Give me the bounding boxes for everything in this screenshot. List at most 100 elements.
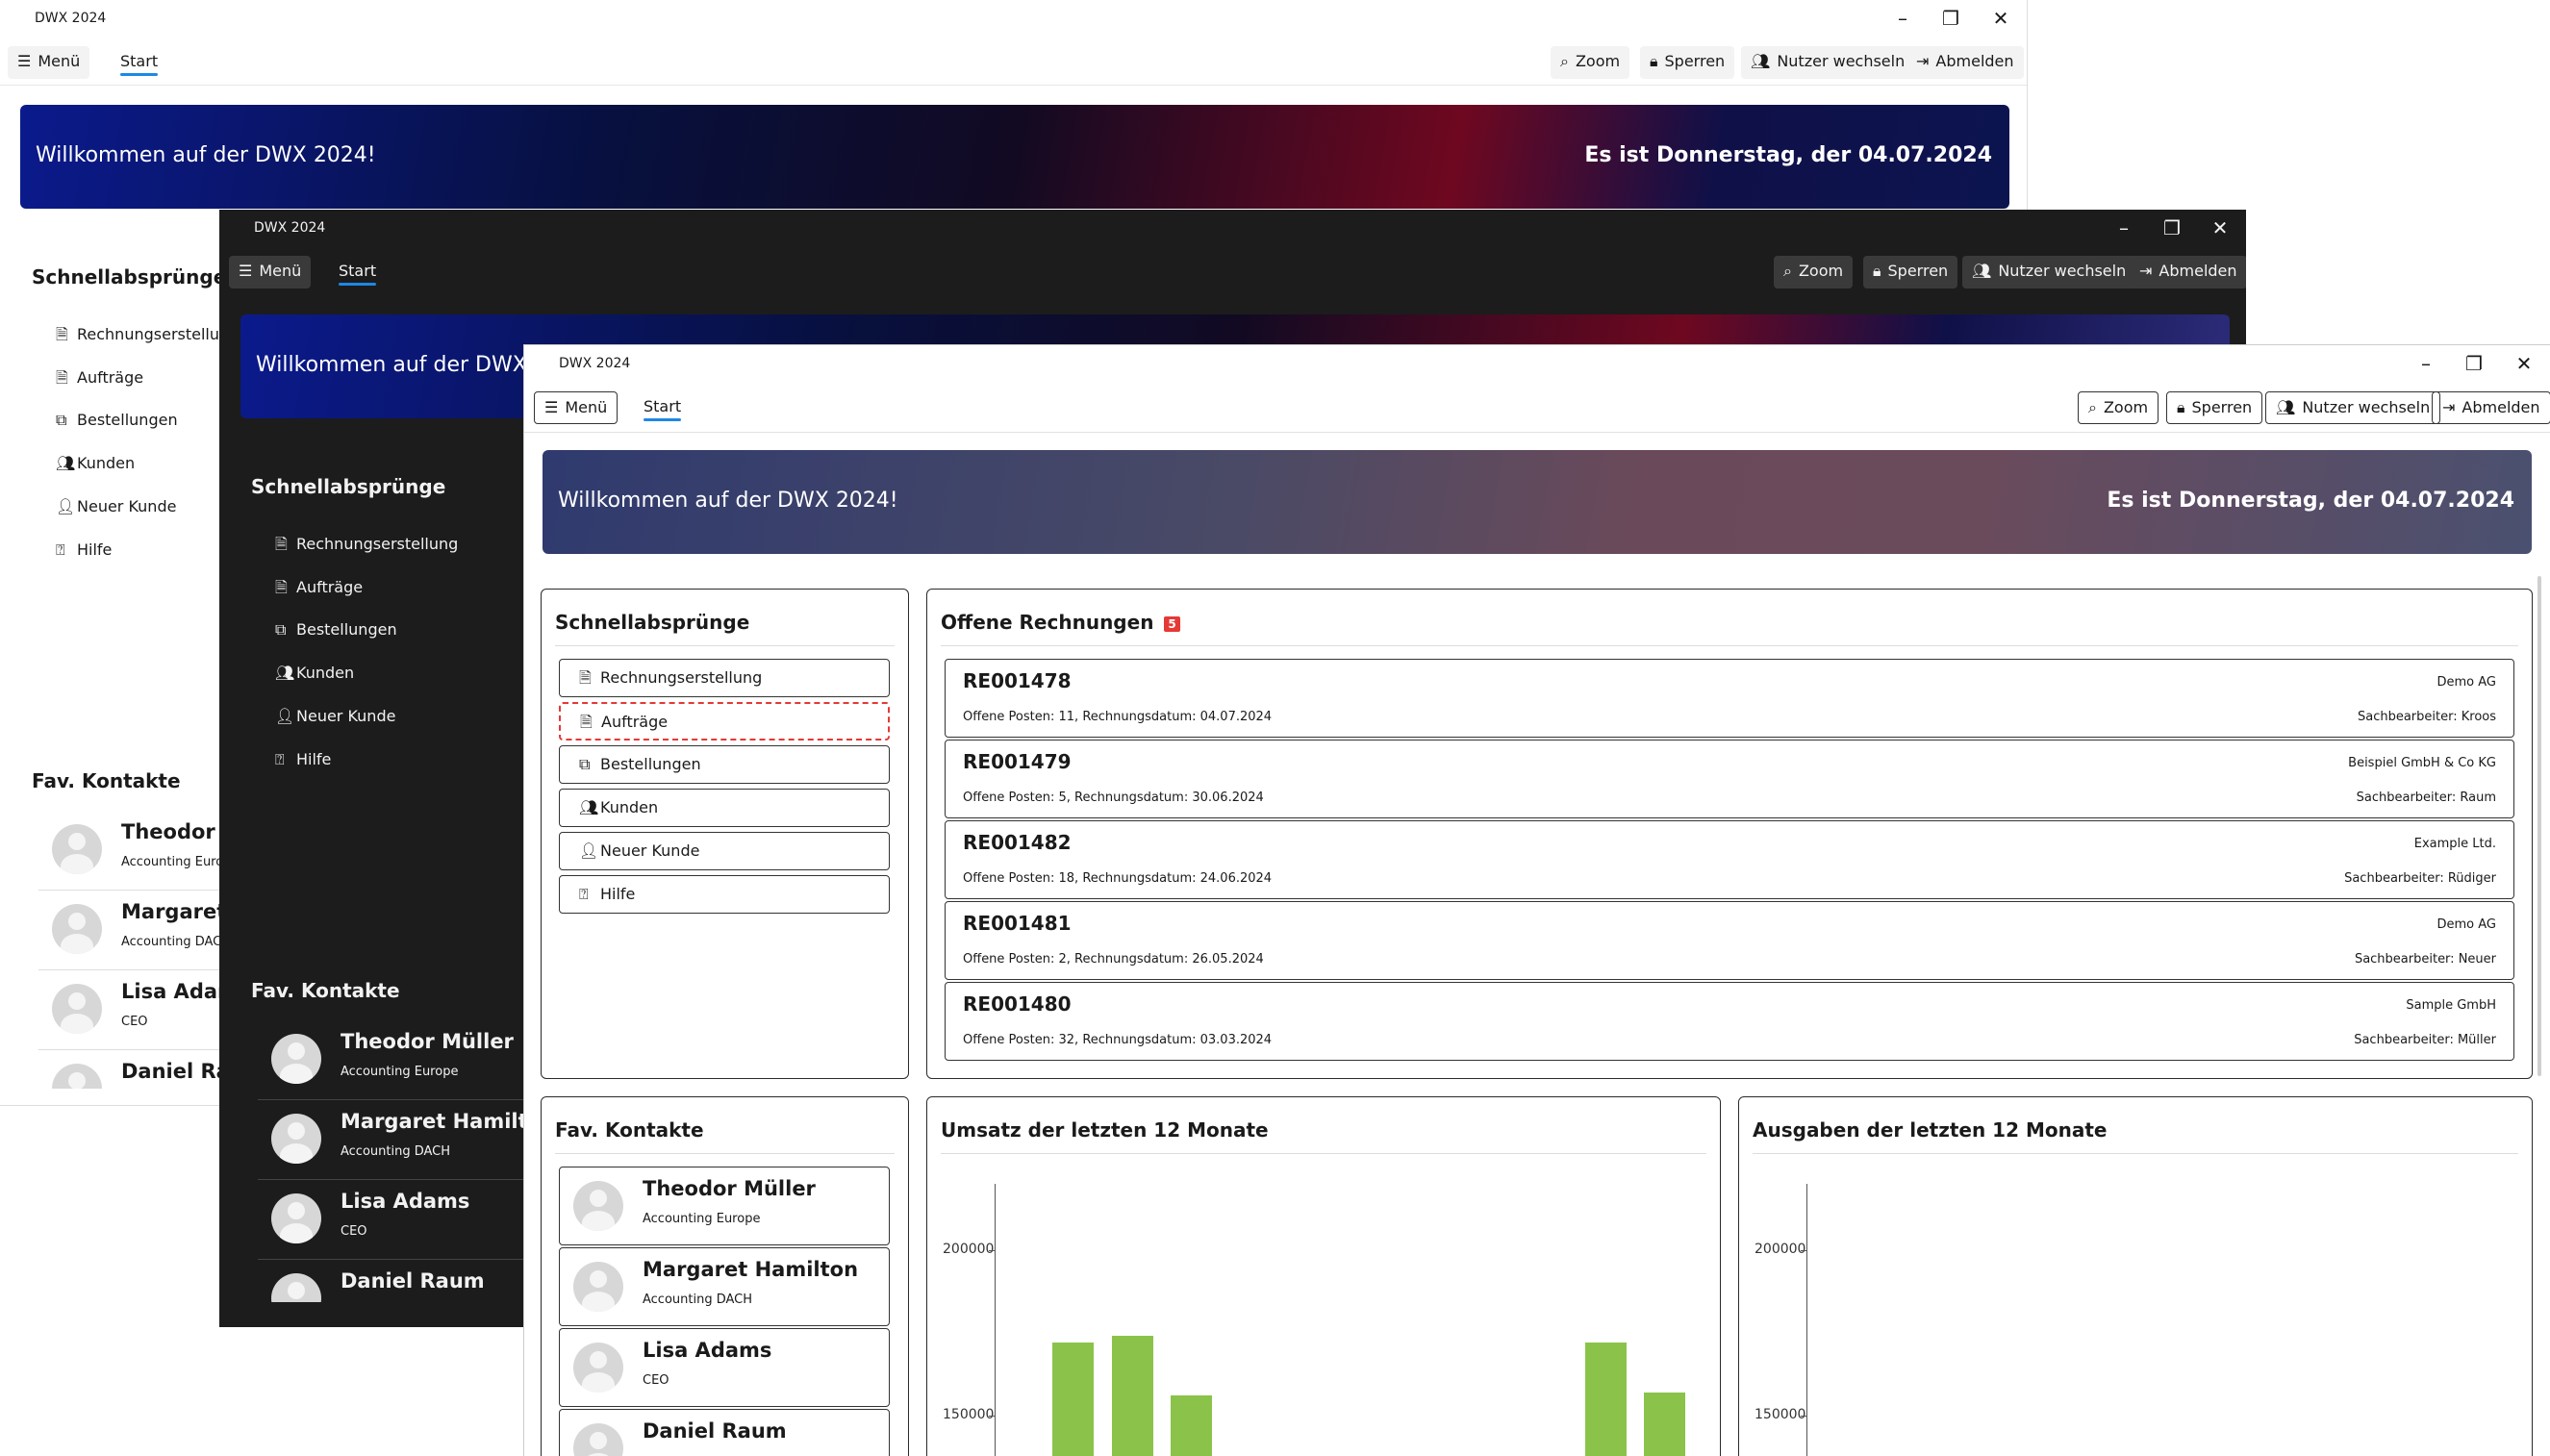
quick-link-new-customer[interactable]: 👤︎ Neuer Kunde [56,497,176,515]
menu-label: Menü [38,52,81,70]
zoom-button[interactable]: ⌕ Zoom [1551,46,1630,79]
tab-start[interactable]: Start [644,397,682,421]
y-tick [1801,1416,1806,1418]
quick-link-purchases[interactable]: ⧉ Bestellungen [275,620,397,640]
logout-button[interactable]: ⇥ Abmelden [1906,46,2024,79]
menu-button[interactable]: ☰ Menü [534,391,619,424]
search-icon: ⌕ [1560,52,1569,70]
menu-label: Menü [565,398,608,416]
logout-button[interactable]: ⇥ Abmelden [2130,256,2246,289]
zoom-button[interactable]: ⌕ Zoom [1774,256,1854,289]
invoice-details: Offene Posten: 32, Rechnungsdatum: 03.03… [963,1033,1273,1047]
menu-button[interactable]: ☰ Menü [229,256,312,289]
invoice-id: RE001482 [963,831,1072,854]
quick-link-invoicing[interactable]: 🗎 Rechnungserstellung [559,659,890,697]
titlebar[interactable]: DWX 2024 – ❐ ✕ [0,0,2027,37]
titlebar[interactable]: DWX 2024 – ❐ ✕ [219,210,2246,246]
quick-link-invoicing[interactable]: 🗎 Rechnungserstellung [56,324,239,350]
switch-user-button[interactable]: 👥︎ Nutzer wechseln [1962,256,2136,289]
quick-link-help[interactable]: ⍰ Hilfe [559,875,890,914]
quick-link-orders[interactable]: 🗎 Aufträge [275,577,363,603]
document-icon: 🗎 [579,668,592,687]
quick-link-purchases[interactable]: ⧉ Bestellungen [559,745,890,784]
quick-links-title: Schnellabsprünge [251,475,446,498]
contact-item[interactable]: Lisa Adams CEO [38,970,250,1050]
contact-item[interactable]: Theodor Müller Accounting Europe [559,1167,890,1245]
quick-link-orders[interactable]: 🗎 Aufträge [56,367,143,393]
toolbar: ☰ Menü Start ⌕ Zoom 🔒︎ Sperren 👥︎ Nutzer wec… [219,252,2246,290]
invoice-item[interactable]: RE001482 Offene Posten: 18, Rechnungsdat… [945,820,2514,899]
invoice-id: RE001480 [963,992,1072,1016]
revenue-plot: 150000 200000 [927,1097,1722,1456]
contact-item[interactable]: Lisa Adams CEO [258,1180,546,1260]
contact-item[interactable]: Daniel Raum [559,1409,890,1456]
contact-item[interactable]: Theodor Müller Accounting Europe [38,811,294,891]
invoice-customer: Sample GmbH [2406,998,2496,1013]
document-icon: 🗎 [56,368,68,387]
menu-button[interactable]: ☰ Menü [8,46,90,79]
avatar [573,1181,623,1231]
minimize-icon[interactable]: – [2402,345,2450,382]
contact-item[interactable]: Margaret Hamilton Accounting DACH [38,891,337,970]
favorites-card: Fav. Kontakte Theodor Müller Accounting … [541,1096,909,1456]
close-icon[interactable]: ✕ [2500,345,2548,382]
y-tick [989,1416,995,1418]
quick-link-customers[interactable]: 👥︎ Kunden [56,454,135,472]
close-icon[interactable]: ✕ [1977,0,2025,37]
invoices-title: Offene Rechnungen 5 [941,611,1180,634]
minimize-icon[interactable]: – [1879,0,1927,37]
invoice-item[interactable]: RE001481 Offene Posten: 2, Rechnungsdatu… [945,901,2514,980]
users-icon: 👥︎ [1972,262,1992,280]
y-axis-line [1806,1184,1807,1456]
quick-link-orders[interactable]: 🗎 Aufträge [559,702,890,741]
contact-role: Accounting DACH [121,935,232,949]
invoice-item[interactable]: RE001480 Offene Posten: 32, Rechnungsdat… [945,982,2514,1061]
expenses-chart-card: Ausgaben der letzten 12 Monate 150000 200… [1738,1096,2533,1456]
close-icon[interactable]: ✕ [2196,210,2244,246]
quick-link-help[interactable]: ⍰ Hilfe [275,750,331,769]
contact-item[interactable]: Margaret Hamilton Accounting DACH [258,1100,556,1180]
invoice-details: Offene Posten: 18, Rechnungsdatum: 24.06… [963,871,1273,886]
restore-icon[interactable]: ❐ [1927,0,1975,37]
zoom-label: Zoom [1575,52,1621,70]
contact-item[interactable]: Daniel Raum [258,1260,546,1302]
invoices-title-text: Offene Rechnungen [941,611,1154,634]
quick-link-help[interactable]: ⍰ Hilfe [56,540,112,560]
contact-item[interactable]: Theodor Müller Accounting Europe [258,1020,546,1100]
lock-icon: 🔒︎ [2177,398,2185,416]
restore-icon[interactable]: ❐ [2450,345,2498,382]
switch-user-button[interactable]: 👥︎ Nutzer wechseln [1741,46,1915,79]
switch-user-button[interactable]: 👥︎ Nutzer wechseln [2265,391,2441,424]
lock-label: Sperren [2191,398,2253,416]
quick-link-customers[interactable]: 👥︎ Kunden [275,664,354,682]
users-icon: 👥︎ [2276,398,2296,416]
quick-link-customers[interactable]: 👥︎ Kunden [559,789,890,827]
logout-icon: ⇥ [1916,52,1930,70]
restore-icon[interactable]: ❐ [2148,210,2196,246]
contact-item[interactable]: Margaret Hamilton Accounting DACH [559,1247,890,1326]
lock-button[interactable]: 🔒︎ Sperren [2166,391,2263,424]
quick-link-new-customer[interactable]: 👤︎ Neuer Kunde [275,707,395,725]
quick-link-purchases[interactable]: ⧉ Bestellungen [56,411,178,430]
scrollbar[interactable] [2537,576,2541,1076]
minimize-icon[interactable]: – [2100,210,2148,246]
tab-start[interactable]: Start [120,52,159,76]
invoices-card: Offene Rechnungen 5 RE001478 Offene Post… [926,589,2533,1079]
titlebar[interactable]: DWX 2024 – ❐ ✕ [524,345,2550,382]
lock-button[interactable]: 🔒︎ Sperren [1863,256,1958,289]
lock-button[interactable]: 🔒︎ Sperren [1640,46,1735,79]
invoice-item[interactable]: RE001479 Offene Posten: 5, Rechnungsdatu… [945,740,2514,818]
quick-link-invoicing[interactable]: 🗎 Rechnungserstellung [275,534,458,560]
contact-item[interactable]: Daniel Raum [38,1050,231,1089]
invoice-clerk: Sachbearbeiter: Kroos [2357,710,2496,724]
contact-item[interactable]: Lisa Adams CEO [559,1328,890,1407]
quick-link-new-customer[interactable]: 👤︎ Neuer Kunde [559,832,890,870]
avatar [52,984,102,1034]
y-tick-label: 200000 [943,1241,995,1257]
tab-start[interactable]: Start [339,262,377,286]
logout-button[interactable]: ⇥ Abmelden [2432,391,2550,424]
invoice-clerk: Sachbearbeiter: Rüdiger [2344,871,2496,886]
zoom-button[interactable]: ⌕ Zoom [2078,391,2159,424]
invoice-item[interactable]: RE001478 Offene Posten: 11, Rechnungsdat… [945,659,2514,738]
favorites-title: Fav. Kontakte [32,769,181,792]
